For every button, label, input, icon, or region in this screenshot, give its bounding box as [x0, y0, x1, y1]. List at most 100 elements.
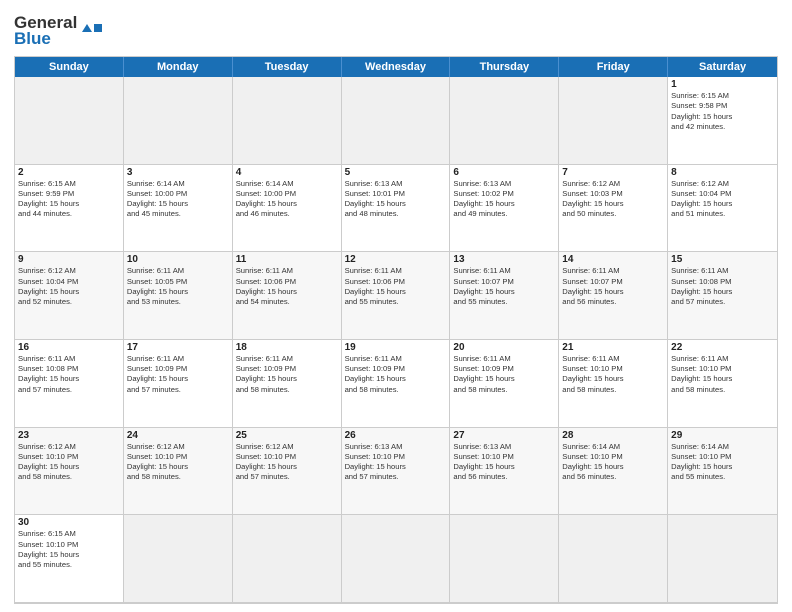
day-info: Sunrise: 6:12 AM Sunset: 10:03 PM Daylig… — [562, 179, 664, 220]
calendar-cell — [233, 515, 342, 603]
day-info: Sunrise: 6:13 AM Sunset: 10:02 PM Daylig… — [453, 179, 555, 220]
day-info: Sunrise: 6:12 AM Sunset: 10:10 PM Daylig… — [18, 442, 120, 483]
calendar-cell: 21Sunrise: 6:11 AM Sunset: 10:10 PM Dayl… — [559, 340, 668, 428]
calendar-cell: 28Sunrise: 6:14 AM Sunset: 10:10 PM Dayl… — [559, 428, 668, 516]
calendar-cell: 5Sunrise: 6:13 AM Sunset: 10:01 PM Dayli… — [342, 165, 451, 253]
day-number: 2 — [18, 167, 120, 178]
calendar-cell: 9Sunrise: 6:12 AM Sunset: 10:04 PM Dayli… — [15, 252, 124, 340]
day-number: 19 — [345, 342, 447, 353]
calendar-cell: 7Sunrise: 6:12 AM Sunset: 10:03 PM Dayli… — [559, 165, 668, 253]
calendar-cell — [15, 77, 124, 165]
calendar-cell — [342, 515, 451, 603]
day-info: Sunrise: 6:15 AM Sunset: 10:10 PM Daylig… — [18, 529, 120, 570]
day-info: Sunrise: 6:14 AM Sunset: 10:10 PM Daylig… — [562, 442, 664, 483]
day-number: 23 — [18, 430, 120, 441]
day-number: 26 — [345, 430, 447, 441]
day-number: 3 — [127, 167, 229, 178]
page: General Blue SundayMondayTuesdayWednesda… — [0, 0, 792, 612]
day-number: 22 — [671, 342, 774, 353]
day-info: Sunrise: 6:11 AM Sunset: 10:07 PM Daylig… — [453, 266, 555, 307]
day-number: 29 — [671, 430, 774, 441]
day-info: Sunrise: 6:11 AM Sunset: 10:05 PM Daylig… — [127, 266, 229, 307]
day-number: 9 — [18, 254, 120, 265]
day-info: Sunrise: 6:14 AM Sunset: 10:00 PM Daylig… — [127, 179, 229, 220]
day-info: Sunrise: 6:11 AM Sunset: 10:08 PM Daylig… — [671, 266, 774, 307]
calendar-cell: 4Sunrise: 6:14 AM Sunset: 10:00 PM Dayli… — [233, 165, 342, 253]
day-number: 8 — [671, 167, 774, 178]
calendar-cell — [124, 77, 233, 165]
day-number: 24 — [127, 430, 229, 441]
calendar-cell: 18Sunrise: 6:11 AM Sunset: 10:09 PM Dayl… — [233, 340, 342, 428]
day-number: 10 — [127, 254, 229, 265]
calendar-cell: 11Sunrise: 6:11 AM Sunset: 10:06 PM Dayl… — [233, 252, 342, 340]
day-info: Sunrise: 6:11 AM Sunset: 10:09 PM Daylig… — [453, 354, 555, 395]
day-info: Sunrise: 6:13 AM Sunset: 10:10 PM Daylig… — [345, 442, 447, 483]
calendar-cell: 15Sunrise: 6:11 AM Sunset: 10:08 PM Dayl… — [668, 252, 777, 340]
day-info: Sunrise: 6:11 AM Sunset: 10:10 PM Daylig… — [671, 354, 774, 395]
day-number: 14 — [562, 254, 664, 265]
day-number: 12 — [345, 254, 447, 265]
calendar-cell: 8Sunrise: 6:12 AM Sunset: 10:04 PM Dayli… — [668, 165, 777, 253]
day-info: Sunrise: 6:14 AM Sunset: 10:00 PM Daylig… — [236, 179, 338, 220]
logo-image: General Blue — [14, 10, 104, 50]
header: General Blue — [14, 10, 778, 50]
calendar-cell — [559, 515, 668, 603]
day-info: Sunrise: 6:11 AM Sunset: 10:09 PM Daylig… — [127, 354, 229, 395]
day-number: 27 — [453, 430, 555, 441]
calendar-cell: 14Sunrise: 6:11 AM Sunset: 10:07 PM Dayl… — [559, 252, 668, 340]
calendar-cell: 3Sunrise: 6:14 AM Sunset: 10:00 PM Dayli… — [124, 165, 233, 253]
day-number: 16 — [18, 342, 120, 353]
calendar-cell: 10Sunrise: 6:11 AM Sunset: 10:05 PM Dayl… — [124, 252, 233, 340]
calendar-cell: 24Sunrise: 6:12 AM Sunset: 10:10 PM Dayl… — [124, 428, 233, 516]
calendar-cell: 30Sunrise: 6:15 AM Sunset: 10:10 PM Dayl… — [15, 515, 124, 603]
calendar-cell: 2Sunrise: 6:15 AM Sunset: 9:59 PM Daylig… — [15, 165, 124, 253]
weekday-header-wednesday: Wednesday — [342, 57, 451, 77]
calendar-cell — [342, 77, 451, 165]
day-info: Sunrise: 6:11 AM Sunset: 10:06 PM Daylig… — [345, 266, 447, 307]
day-info: Sunrise: 6:12 AM Sunset: 10:10 PM Daylig… — [127, 442, 229, 483]
calendar-cell: 1Sunrise: 6:15 AM Sunset: 9:58 PM Daylig… — [668, 77, 777, 165]
day-number: 20 — [453, 342, 555, 353]
calendar-cell — [450, 515, 559, 603]
day-info: Sunrise: 6:12 AM Sunset: 10:04 PM Daylig… — [671, 179, 774, 220]
weekday-header-tuesday: Tuesday — [233, 57, 342, 77]
day-info: Sunrise: 6:11 AM Sunset: 10:10 PM Daylig… — [562, 354, 664, 395]
day-number: 11 — [236, 254, 338, 265]
day-info: Sunrise: 6:15 AM Sunset: 9:58 PM Dayligh… — [671, 91, 774, 132]
day-number: 7 — [562, 167, 664, 178]
day-number: 30 — [18, 517, 120, 528]
calendar-cell: 12Sunrise: 6:11 AM Sunset: 10:06 PM Dayl… — [342, 252, 451, 340]
calendar-cell: 22Sunrise: 6:11 AM Sunset: 10:10 PM Dayl… — [668, 340, 777, 428]
day-number: 4 — [236, 167, 338, 178]
calendar-cell: 23Sunrise: 6:12 AM Sunset: 10:10 PM Dayl… — [15, 428, 124, 516]
calendar-cell — [450, 77, 559, 165]
calendar-cell: 16Sunrise: 6:11 AM Sunset: 10:08 PM Dayl… — [15, 340, 124, 428]
calendar-cell: 13Sunrise: 6:11 AM Sunset: 10:07 PM Dayl… — [450, 252, 559, 340]
weekday-header-saturday: Saturday — [668, 57, 777, 77]
calendar-cell: 19Sunrise: 6:11 AM Sunset: 10:09 PM Dayl… — [342, 340, 451, 428]
day-info: Sunrise: 6:11 AM Sunset: 10:09 PM Daylig… — [345, 354, 447, 395]
day-number: 1 — [671, 79, 774, 90]
day-number: 21 — [562, 342, 664, 353]
weekday-header-monday: Monday — [124, 57, 233, 77]
calendar-cell — [124, 515, 233, 603]
svg-text:Blue: Blue — [14, 29, 51, 48]
day-number: 15 — [671, 254, 774, 265]
day-number: 17 — [127, 342, 229, 353]
calendar-cell: 17Sunrise: 6:11 AM Sunset: 10:09 PM Dayl… — [124, 340, 233, 428]
day-number: 6 — [453, 167, 555, 178]
day-info: Sunrise: 6:12 AM Sunset: 10:04 PM Daylig… — [18, 266, 120, 307]
day-number: 5 — [345, 167, 447, 178]
day-number: 25 — [236, 430, 338, 441]
weekday-header-friday: Friday — [559, 57, 668, 77]
day-info: Sunrise: 6:13 AM Sunset: 10:01 PM Daylig… — [345, 179, 447, 220]
day-info: Sunrise: 6:13 AM Sunset: 10:10 PM Daylig… — [453, 442, 555, 483]
calendar-cell: 29Sunrise: 6:14 AM Sunset: 10:10 PM Dayl… — [668, 428, 777, 516]
day-info: Sunrise: 6:15 AM Sunset: 9:59 PM Dayligh… — [18, 179, 120, 220]
calendar-cell: 26Sunrise: 6:13 AM Sunset: 10:10 PM Dayl… — [342, 428, 451, 516]
calendar-cell — [559, 77, 668, 165]
logo: General Blue — [14, 10, 104, 50]
day-number: 13 — [453, 254, 555, 265]
calendar: SundayMondayTuesdayWednesdayThursdayFrid… — [14, 56, 778, 604]
calendar-cell: 6Sunrise: 6:13 AM Sunset: 10:02 PM Dayli… — [450, 165, 559, 253]
